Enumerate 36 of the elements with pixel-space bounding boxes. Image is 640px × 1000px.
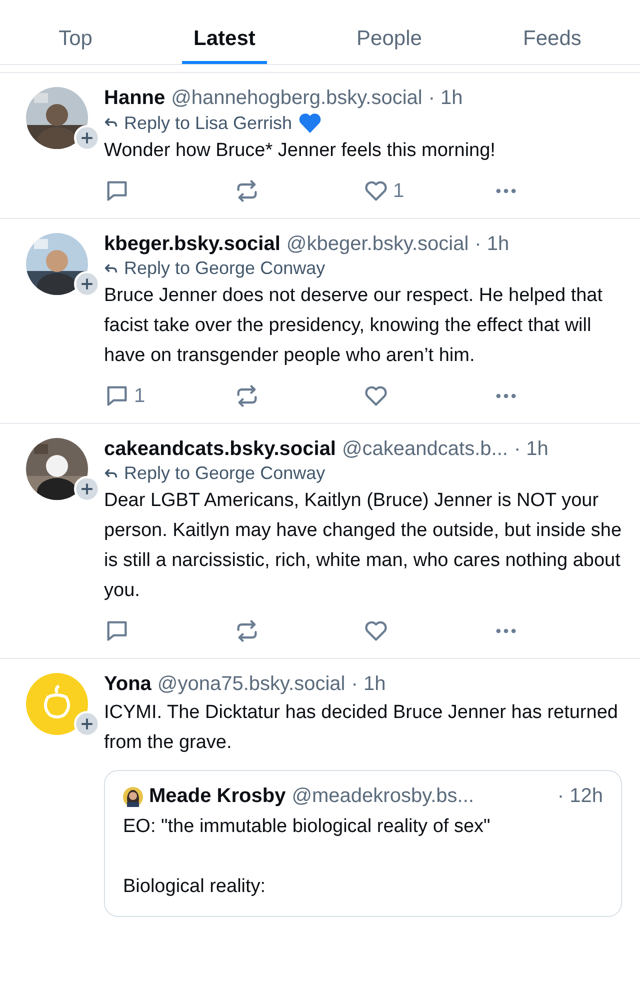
post-time: · 1h: [351, 673, 386, 696]
feed-tab[interactable]: Feeds: [511, 0, 594, 64]
post-time: · 1h: [514, 438, 548, 461]
quote-card[interactable]: Meade Krosby @meadekrosby.bs... · 12h EO: "the immutable biological reality of sex" Biological reality:: [104, 770, 622, 917]
follow-plus-icon[interactable]: [74, 125, 100, 151]
follow-plus-icon[interactable]: [74, 271, 100, 297]
reply-arrow-icon: [104, 262, 118, 276]
quoted-author-handle: @meadekrosby.bs...: [292, 785, 474, 808]
reply-count: 1: [134, 384, 146, 408]
author-name[interactable]: kbeger.bsky.social: [104, 233, 280, 256]
follow-plus-icon[interactable]: [74, 711, 100, 737]
feed-tab[interactable]: Latest: [182, 0, 268, 64]
like-count: 1: [393, 180, 404, 202]
author-handle[interactable]: @yona75.bsky.social: [157, 673, 346, 696]
reply-to-link[interactable]: Reply to George Conway: [124, 463, 326, 484]
quoted-post-text: EO: "the immutable biological reality of sex" Biological reality:: [123, 815, 492, 899]
author-name[interactable]: Yona: [104, 673, 152, 696]
follow-plus-icon[interactable]: [74, 476, 100, 502]
feed-tab[interactable]: People: [344, 0, 434, 64]
post-time: · 1h: [474, 233, 510, 256]
author-handle[interactable]: @cakeandcats.b...: [342, 438, 508, 461]
author-handle[interactable]: @hannehogberg.bsky.social: [171, 87, 422, 110]
author-handle[interactable]: @kbeger.bsky.social: [286, 233, 469, 256]
reply-to-link[interactable]: Reply to George Conway: [124, 258, 326, 279]
reply-arrow-icon: [104, 466, 118, 480]
post-text: Wonder how Bruce* Jenner feels this morning!: [104, 139, 496, 163]
post-time: · 1h: [428, 87, 463, 110]
author-name[interactable]: cakeandcats.bsky.social: [104, 438, 336, 461]
reply-to-link[interactable]: Reply to Lisa Gerrish: [124, 112, 292, 134]
post-text: ICYMI. The Dicktatur has decided Bruce Jenner has returned from the grave.: [104, 701, 619, 755]
feed-tab[interactable]: Top: [46, 0, 104, 64]
quoted-author-name: Meade Krosby: [149, 785, 286, 808]
quoted-post-time: · 12h: [557, 785, 603, 808]
post-text: Dear LGBT Americans, Kaitlyn (Bruce) Jenner is NOT your person. Kaitlyn may have changed the outside, but inside she is still a narcissistic, rich, white man, who cares nothing about you.: [104, 489, 622, 603]
post-text: Bruce Jenner does not deserve our respect. He helped that facist take over the presidency, knowing the effect that will have on transgender people who aren’t him.: [104, 284, 604, 368]
author-name[interactable]: Hanne: [104, 87, 166, 110]
